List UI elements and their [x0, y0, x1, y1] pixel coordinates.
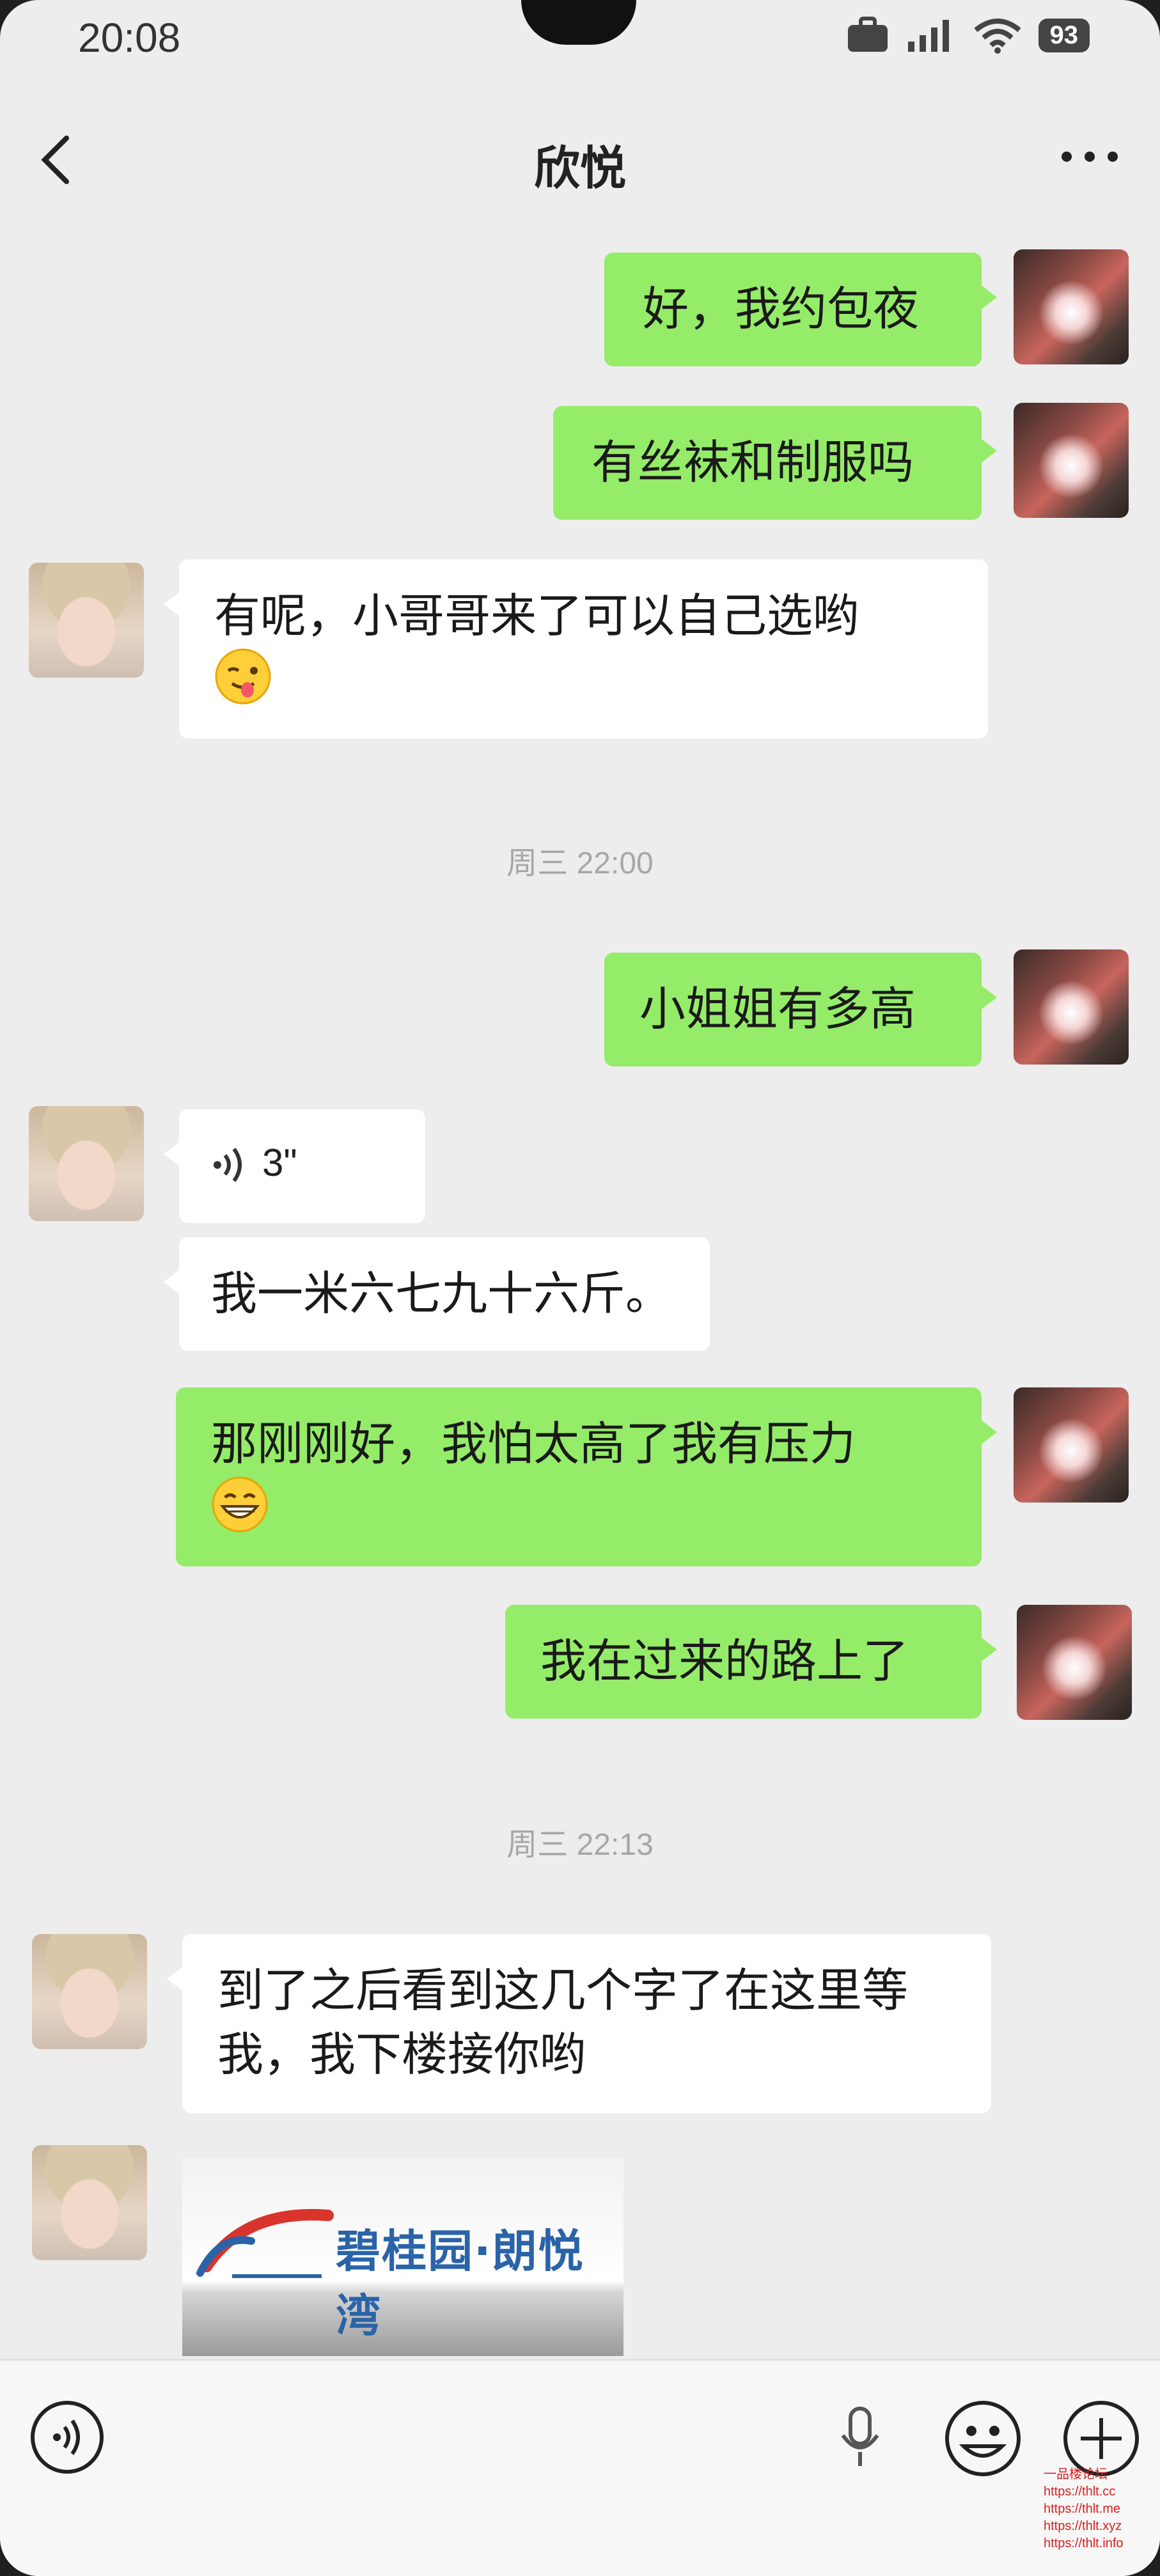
input-bar: 一品楼论坛 https://thlt.cc https://thlt.me ht…: [0, 2359, 1160, 2576]
my-avatar[interactable]: [1014, 949, 1129, 1065]
message-text: 到了之后看到这几个字了在这里等: [217, 1963, 909, 2017]
wifi-icon: [973, 19, 1021, 54]
briefcase-icon: [847, 17, 888, 52]
signal-icon: [907, 20, 949, 52]
message-bubble[interactable]: 有呢，小哥哥来了可以自己选哟: [164, 559, 988, 738]
watermark: 一品楼论坛 https://thlt.cc https://thlt.me ht…: [1044, 2466, 1152, 2552]
watermark-line: https://thlt.info: [1044, 2536, 1124, 2550]
logo-swoosh-icon: [196, 2209, 334, 2278]
contact-avatar[interactable]: [32, 2145, 147, 2260]
message-bubble[interactable]: 有丝袜和制服吗: [553, 406, 997, 520]
watermark-line: https://thlt.me: [1044, 2502, 1121, 2516]
voice-input-icon[interactable]: [29, 2399, 106, 2476]
my-avatar[interactable]: [1017, 1605, 1132, 1720]
contact-avatar[interactable]: [29, 563, 144, 678]
contact-avatar[interactable]: [29, 1106, 144, 1221]
message-bubble[interactable]: 到了之后看到这几个字了在这里等 我，我下楼接你哟: [167, 1934, 991, 2113]
message-bubble[interactable]: 那刚刚好，我怕太高了我有压力: [176, 1387, 997, 1566]
image-sign-text: 碧桂园·朗悦湾: [336, 2225, 584, 2342]
voice-wave-icon: [214, 1148, 242, 1182]
timestamp: 周三 22:13: [506, 1828, 654, 1862]
status-icons: 93: [845, 13, 1090, 58]
contact-name: 欣悦: [533, 141, 626, 195]
watermark-line: https://thlt.cc: [1044, 2485, 1116, 2499]
battery-badge: 93: [1038, 18, 1090, 52]
message-emoji: [214, 648, 953, 721]
timestamp: 周三 22:00: [506, 847, 654, 880]
status-bar: 20:08 93: [0, 0, 1160, 77]
message-text: 我，我下楼接你哟: [217, 2027, 586, 2081]
voice-message-bubble[interactable]: 3": [164, 1109, 425, 1223]
message-bubble[interactable]: 小姐姐有多高: [604, 953, 997, 1066]
message-text: 好，我约包夜: [643, 282, 920, 336]
voice-duration: 3": [262, 1141, 297, 1184]
wink-tongue-emoji-icon: [215, 648, 271, 705]
watermark-line: https://thlt.xyz: [1044, 2519, 1122, 2533]
more-options-icon[interactable]: [1058, 134, 1122, 179]
status-time: 20:08: [78, 15, 181, 61]
message-text: 那刚刚好，我怕太高了我有压力: [211, 1417, 856, 1471]
image-message[interactable]: 碧桂园·朗悦湾: [182, 2158, 623, 2356]
message-text: 我一米六七九十六斤。: [211, 1267, 672, 1320]
message-text: 我在过来的路上了: [540, 1634, 909, 1688]
message-text: 有丝袜和制服吗: [592, 435, 914, 489]
message-bubble[interactable]: 我一米六七九十六斤。: [164, 1237, 710, 1351]
contact-avatar[interactable]: [32, 1934, 147, 2049]
camera-notch: [521, 0, 636, 45]
grin-emoji-icon: [212, 1476, 268, 1533]
message-bubble[interactable]: 好，我约包夜: [604, 253, 997, 366]
watermark-line: 一品楼论坛: [1044, 2467, 1108, 2481]
emoji-icon[interactable]: [943, 2399, 1023, 2479]
microphone-icon[interactable]: [831, 2402, 889, 2472]
chat-screen: 20:08 93 欣悦 好，我约包夜 有丝袜和制服吗 有呢，小哥哥来了可以自己选…: [0, 0, 1160, 2576]
my-avatar[interactable]: [1014, 403, 1129, 518]
message-emoji: [211, 1476, 946, 1549]
message-text: 有呢，小哥哥来了可以自己选哟: [214, 589, 859, 643]
message-bubble[interactable]: 我在过来的路上了: [505, 1605, 997, 1719]
chat-header: 欣悦: [0, 109, 1160, 205]
my-avatar[interactable]: [1014, 249, 1129, 364]
my-avatar[interactable]: [1014, 1387, 1129, 1503]
message-text: 小姐姐有多高: [639, 982, 916, 1036]
